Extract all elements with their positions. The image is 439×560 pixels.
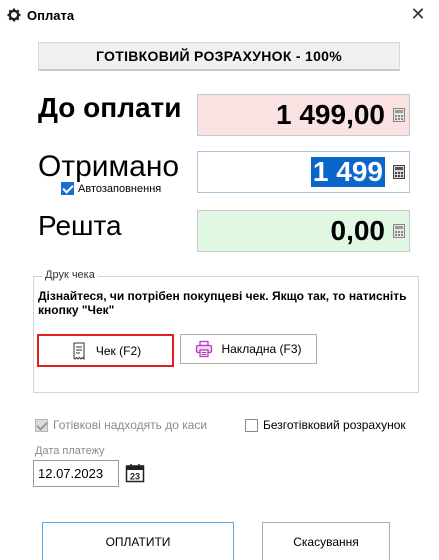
to-pay-label: До оплати xyxy=(38,92,182,123)
payment-date-input[interactable]: 12.07.2023 xyxy=(33,460,119,487)
non-cash-label: Безготівковий розрахунок xyxy=(263,418,406,432)
cancel-button[interactable]: Скасування xyxy=(262,522,390,560)
autofill-label: Автозаповнення xyxy=(78,182,162,195)
calculator-icon[interactable] xyxy=(393,165,405,179)
received-label: Отримано xyxy=(38,150,180,183)
calculator-icon[interactable] xyxy=(393,224,405,238)
non-cash-option[interactable]: Безготівковий розрахунок xyxy=(245,418,406,432)
change-value: 0,00 xyxy=(330,215,386,246)
pay-button[interactable]: ОПЛАТИТИ xyxy=(42,522,234,560)
receipt-icon xyxy=(73,342,85,360)
non-cash-checkbox[interactable] xyxy=(245,418,258,432)
cash-to-register-label: Готівкові надходять до каси xyxy=(53,418,208,432)
cash-to-register-checkbox xyxy=(35,418,48,432)
receipt-button[interactable]: Чек (F2) xyxy=(37,334,174,367)
received-input[interactable]: 1 499 xyxy=(197,151,410,193)
to-pay-field: 1 499,00 xyxy=(197,94,410,136)
print-instruction: Дізнайтеся, чи потрібен покупцеві чек. Я… xyxy=(38,289,407,317)
gear-icon xyxy=(7,8,21,22)
autofill-checkbox[interactable] xyxy=(61,182,74,195)
change-field: 0,00 xyxy=(197,210,410,252)
change-label: Решта xyxy=(38,210,122,241)
invoice-button[interactable]: Накладна (F3) xyxy=(180,334,317,364)
invoice-button-label: Накладна (F3) xyxy=(221,342,302,356)
calendar-icon-day: 23 xyxy=(130,472,140,482)
cash-to-register-option: Готівкові надходять до каси xyxy=(35,418,207,432)
payment-type-banner: ГОТІВКОВИЙ РОЗРАХУНОК - 100% xyxy=(38,42,400,71)
print-group-legend: Друк чека xyxy=(42,269,98,281)
calculator-icon[interactable] xyxy=(393,108,405,122)
printer-icon xyxy=(196,340,213,358)
to-pay-value: 1 499,00 xyxy=(276,99,385,130)
calendar-icon[interactable]: 23 xyxy=(125,463,145,483)
close-icon[interactable]: ✕ xyxy=(407,4,429,26)
payment-date-label: Дата платежу xyxy=(35,445,105,457)
receipt-button-label: Чек (F2) xyxy=(95,343,142,358)
title-bar: Оплата ✕ xyxy=(0,0,439,32)
received-value[interactable]: 1 499 xyxy=(310,157,385,187)
window-title: Оплата xyxy=(27,8,75,23)
autofill-option[interactable]: Автозаповнення xyxy=(61,182,161,195)
